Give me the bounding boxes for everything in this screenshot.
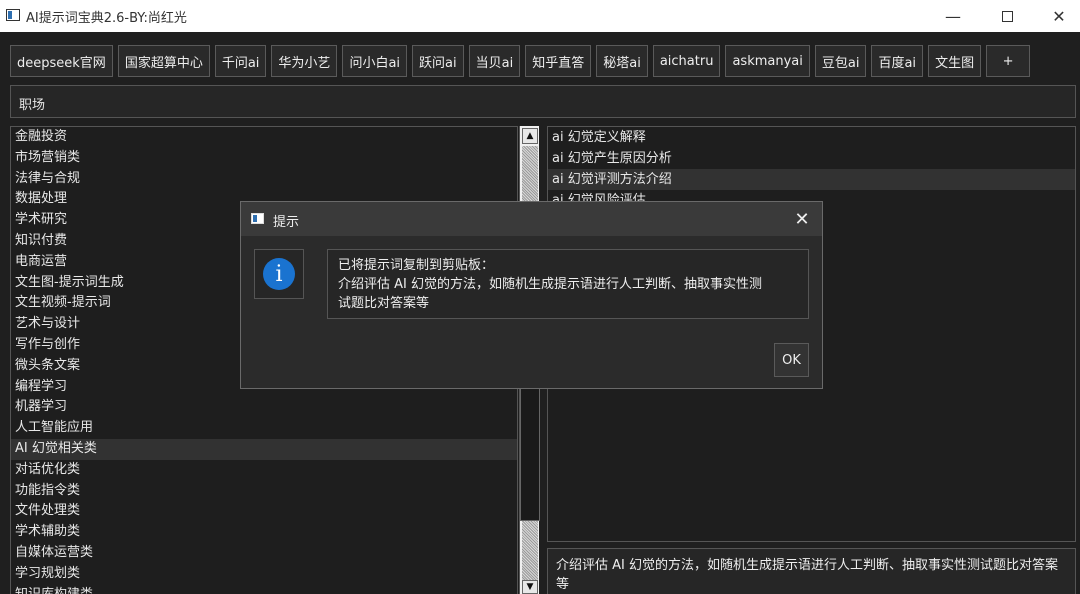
prompt-preview[interactable]: 介绍评估 AI 幻觉的方法，如随机生成提示语进行人工判断、抽取事实性测试题比对答… bbox=[547, 548, 1076, 594]
category-item-selected[interactable]: AI 幻觉相关类 bbox=[11, 438, 517, 460]
category-item[interactable]: 市场营销类 bbox=[11, 148, 517, 169]
toolbar-button-supercomputing[interactable]: 国家超算中心 bbox=[117, 45, 210, 77]
dialog-message: 已将提示词复制到剪贴板： 介绍评估 AI 幻觉的方法，如随机生成提示语进行人工判… bbox=[327, 249, 809, 319]
category-item[interactable]: 文件处理类 bbox=[11, 501, 517, 522]
dialog-title: 提示 bbox=[273, 215, 300, 230]
prompt-item[interactable]: ai 幻觉产生原因分析 bbox=[548, 148, 1075, 169]
window-titlebar: AI提示词宝典2.6-BY:尚红光 — ✕ bbox=[0, 0, 1080, 32]
prompt-item-selected[interactable]: ai 幻觉评测方法介绍 bbox=[548, 169, 1075, 190]
window-title: AI提示词宝典2.6-BY:尚红光 bbox=[26, 11, 187, 26]
dialog-message-line: 介绍评估 AI 幻觉的方法，如随机生成提示语进行人工判断、抽取事实性测 bbox=[338, 277, 762, 292]
toolbar-button-zhihu[interactable]: 知乎直答 bbox=[525, 45, 592, 77]
category-item[interactable]: 机器学习 bbox=[11, 397, 517, 418]
scroll-down-arrow-icon[interactable]: ▼ bbox=[522, 580, 538, 594]
dialog-close-button[interactable]: ✕ bbox=[789, 206, 815, 232]
toolbar-button-qianwen[interactable]: 千问ai bbox=[214, 45, 267, 77]
minimize-button[interactable]: — bbox=[928, 0, 978, 32]
toolbar-button-dangbei[interactable]: 当贝ai bbox=[468, 45, 521, 77]
category-item[interactable]: 功能指令类 bbox=[11, 481, 517, 502]
info-icon-frame: i bbox=[254, 249, 304, 299]
maximize-button[interactable] bbox=[982, 0, 1032, 32]
prompt-item[interactable]: ai 幻觉定义解释 bbox=[548, 127, 1075, 148]
category-item[interactable]: 学习规划类 bbox=[11, 564, 517, 585]
maximize-icon bbox=[1001, 10, 1013, 22]
toolbar-button-doubao[interactable]: 豆包ai bbox=[814, 45, 867, 77]
toolbar-button-deepseek[interactable]: deepseek官网 bbox=[10, 45, 113, 77]
category-item[interactable]: 学术辅助类 bbox=[11, 522, 517, 543]
close-window-button[interactable]: ✕ bbox=[1034, 0, 1080, 32]
toolbar-button-huawei-xiaoyi[interactable]: 华为小艺 bbox=[271, 45, 338, 77]
app-window-icon bbox=[6, 9, 20, 21]
scrollbar-thumb[interactable] bbox=[520, 371, 540, 521]
category-field[interactable]: 职场 bbox=[10, 85, 1076, 118]
toolbar-button-yuewen[interactable]: 跃问ai bbox=[412, 45, 464, 77]
dialog-message-line: 试题比对答案等 bbox=[338, 296, 430, 311]
category-item[interactable]: 金融投资 bbox=[11, 127, 517, 148]
scroll-up-arrow-icon[interactable]: ▲ bbox=[522, 128, 538, 144]
category-item[interactable]: 知识库构建类 bbox=[11, 585, 517, 594]
info-icon: i bbox=[263, 258, 295, 290]
clipboard-notice-dialog: 提示 ✕ i 已将提示词复制到剪贴板： 介绍评估 AI 幻觉的方法，如随机生成提… bbox=[240, 201, 823, 389]
toolbar-button-baidu[interactable]: 百度ai bbox=[871, 45, 924, 77]
category-item[interactable]: 人工智能应用 bbox=[11, 418, 517, 439]
category-item[interactable]: 自媒体运营类 bbox=[11, 543, 517, 564]
ok-button[interactable]: OK bbox=[774, 343, 809, 377]
toolbar-button-text-to-image[interactable]: 文生图 bbox=[928, 45, 982, 77]
add-site-button[interactable]: + bbox=[986, 45, 1031, 77]
category-item[interactable]: 法律与合规 bbox=[11, 169, 517, 190]
category-item[interactable]: 对话优化类 bbox=[11, 460, 517, 481]
toolbar-button-aichatru[interactable]: aichatru bbox=[652, 45, 721, 77]
toolbar-button-askmanyai[interactable]: askmanyai bbox=[725, 45, 810, 77]
dialog-titlebar: 提示 ✕ bbox=[241, 202, 822, 236]
dialog-window-icon bbox=[251, 213, 264, 224]
site-toolbar: deepseek官网 国家超算中心 千问ai 华为小艺 问小白ai 跃问ai 当… bbox=[10, 45, 1031, 77]
toolbar-button-wenxiaobai[interactable]: 问小白ai bbox=[342, 45, 408, 77]
dialog-message-line: 已将提示词复制到剪贴板： bbox=[338, 258, 495, 273]
toolbar-button-mita[interactable]: 秘塔ai bbox=[596, 45, 648, 77]
